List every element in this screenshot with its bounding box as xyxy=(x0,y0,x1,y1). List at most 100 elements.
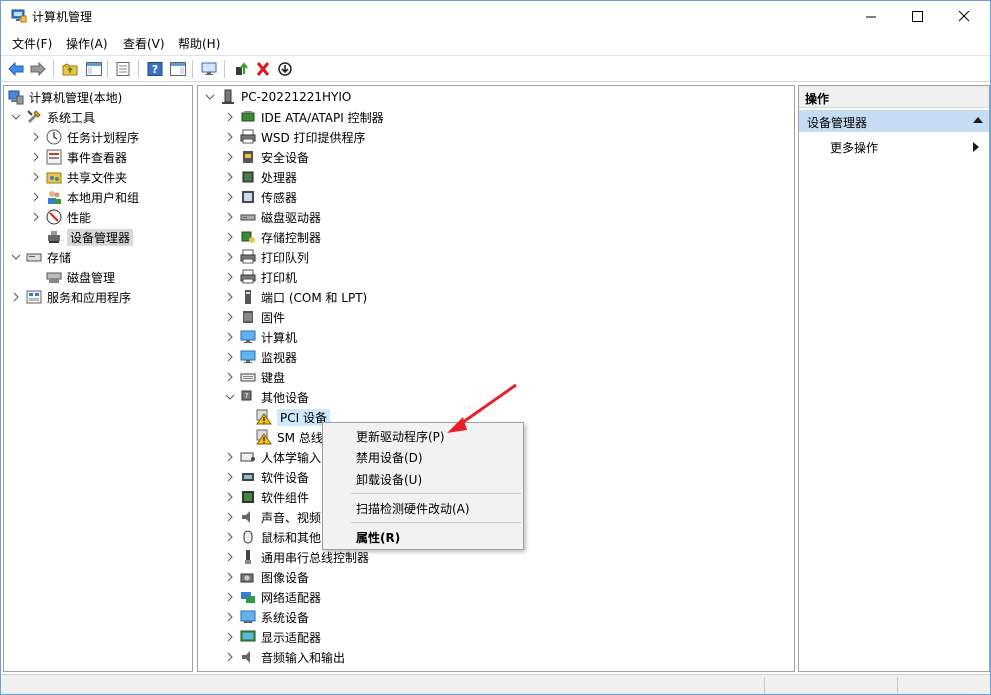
tree-disk-management[interactable]: 磁盘管理 xyxy=(46,267,115,287)
chevron-right-icon[interactable] xyxy=(30,171,42,183)
device-category-row[interactable]: IDE ATA/ATAPI 控制器 xyxy=(224,107,384,127)
chevron-right-icon[interactable] xyxy=(224,171,236,183)
device-category-row[interactable]: 音频输入和输出 xyxy=(224,647,345,667)
device-category-row[interactable]: 打印队列 xyxy=(224,247,309,267)
device-category-row[interactable]: 系统设备 xyxy=(224,607,309,627)
chevron-right-icon[interactable] xyxy=(224,251,236,263)
export-list-button[interactable] xyxy=(114,60,132,78)
tree-device-manager[interactable]: 设备管理器 xyxy=(46,227,134,247)
chevron-right-icon[interactable] xyxy=(224,311,236,323)
device-category-row[interactable]: 图像设备 xyxy=(224,567,309,587)
forward-button[interactable] xyxy=(29,60,47,78)
ctx-disable-device[interactable]: 禁用设备(D) xyxy=(356,449,423,466)
ctx-properties[interactable]: 属性(R) xyxy=(356,529,400,546)
chevron-right-icon[interactable] xyxy=(224,491,236,503)
minimize-button[interactable] xyxy=(848,1,894,31)
ctx-update-driver[interactable]: 更新驱动程序(P) xyxy=(356,428,445,445)
chevron-right-icon[interactable] xyxy=(224,291,236,303)
tree-shared-folders[interactable]: 共享文件夹 xyxy=(30,167,127,187)
chevron-down-icon[interactable] xyxy=(10,251,22,263)
device-category-row[interactable]: WSD 打印提供程序 xyxy=(224,127,366,147)
tree-system-tools[interactable]: 系统工具 xyxy=(10,107,95,127)
actions-device-manager-section[interactable]: 设备管理器 xyxy=(799,110,989,132)
chevron-right-icon[interactable] xyxy=(224,471,236,483)
chevron-right-icon[interactable] xyxy=(224,211,236,223)
collapse-up-icon[interactable] xyxy=(973,117,983,124)
chevron-right-icon[interactable] xyxy=(224,531,236,543)
chevron-right-icon[interactable] xyxy=(30,131,42,143)
device-smbus[interactable]: SM 总线 xyxy=(256,427,323,447)
chevron-right-icon[interactable] xyxy=(224,131,236,143)
device-category-row[interactable]: 键盘 xyxy=(224,367,285,387)
chevron-right-icon[interactable] xyxy=(224,451,236,463)
tree-services[interactable]: 服务和应用程序 xyxy=(10,287,131,307)
chevron-right-icon[interactable] xyxy=(224,151,236,163)
chevron-right-icon[interactable] xyxy=(224,551,236,563)
device-category-row[interactable]: 人体学输入 xyxy=(224,447,321,467)
tree-task-scheduler[interactable]: 任务计划程序 xyxy=(30,127,139,147)
maximize-button[interactable] xyxy=(894,1,940,31)
device-category-row[interactable]: 鼠标和其他 xyxy=(224,527,321,547)
chevron-right-icon[interactable] xyxy=(224,111,236,123)
chevron-right-icon[interactable] xyxy=(10,291,22,303)
chevron-right-icon[interactable] xyxy=(224,271,236,283)
device-category-row[interactable]: 软件组件 xyxy=(224,487,309,507)
device-category-row[interactable]: 监视器 xyxy=(224,347,297,367)
menu-action[interactable]: 操作(A) xyxy=(66,35,108,52)
tree-local-users[interactable]: 本地用户和组 xyxy=(30,187,139,207)
device-category-row[interactable]: 显示适配器 xyxy=(224,627,321,647)
disable-device-button[interactable] xyxy=(276,60,294,78)
chevron-right-icon[interactable] xyxy=(224,571,236,583)
chevron-right-icon[interactable] xyxy=(224,331,236,343)
chevron-right-icon[interactable] xyxy=(224,511,236,523)
chevron-right-icon[interactable] xyxy=(224,611,236,623)
tree-event-viewer[interactable]: 事件查看器 xyxy=(30,147,127,167)
help-button[interactable]: ? xyxy=(146,60,164,78)
device-category-row[interactable]: 处理器 xyxy=(224,167,297,187)
tree-performance[interactable]: 性能 xyxy=(30,207,91,227)
chevron-right-icon[interactable] xyxy=(224,631,236,643)
update-driver-button[interactable] xyxy=(232,60,250,78)
device-category-row[interactable]: 端口 (COM 和 LPT) xyxy=(224,287,367,307)
chevron-right-icon[interactable] xyxy=(224,371,236,383)
uninstall-device-button[interactable] xyxy=(254,60,272,78)
chevron-right-icon[interactable] xyxy=(30,191,42,203)
device-category-row[interactable]: 固件 xyxy=(224,307,285,327)
device-category-row[interactable]: 安全设备 xyxy=(224,147,309,167)
up-level-button[interactable] xyxy=(61,60,79,78)
menu-help[interactable]: 帮助(H) xyxy=(178,35,220,52)
device-pci[interactable]: PCI 设备 xyxy=(256,407,330,427)
chevron-right-icon[interactable] xyxy=(224,651,236,663)
chevron-down-icon[interactable] xyxy=(10,111,22,123)
tree-storage[interactable]: 存储 xyxy=(10,247,71,267)
menu-file[interactable]: 文件(F) xyxy=(12,35,52,52)
device-category-row[interactable]: 软件设备 xyxy=(224,467,309,487)
submenu-arrow-icon[interactable] xyxy=(973,142,979,152)
chevron-down-icon[interactable] xyxy=(204,91,216,103)
action-pane-button[interactable] xyxy=(169,60,187,78)
chevron-right-icon[interactable] xyxy=(224,231,236,243)
device-category-row[interactable]: 打印机 xyxy=(224,267,297,287)
chevron-right-icon[interactable] xyxy=(30,151,42,163)
chevron-right-icon[interactable] xyxy=(224,191,236,203)
chevron-right-icon[interactable] xyxy=(30,211,42,223)
device-category-row[interactable]: 存储控制器 xyxy=(224,227,321,247)
ctx-scan-hardware[interactable]: 扫描检测硬件改动(A) xyxy=(356,500,470,517)
device-category-row[interactable]: 计算机 xyxy=(224,327,297,347)
chevron-down-icon[interactable] xyxy=(224,391,236,403)
close-button[interactable] xyxy=(941,1,987,31)
ctx-uninstall-device[interactable]: 卸载设备(U) xyxy=(356,471,422,488)
more-actions-item[interactable]: 更多操作 xyxy=(830,139,878,156)
back-button[interactable] xyxy=(7,60,25,78)
device-category-row[interactable]: 通用串行总线控制器 xyxy=(224,547,369,567)
scan-hardware-button[interactable] xyxy=(200,60,218,78)
device-category-row[interactable]: 网络适配器 xyxy=(224,587,321,607)
device-category-row[interactable]: 磁盘驱动器 xyxy=(224,207,321,227)
device-category-row[interactable]: 传感器 xyxy=(224,187,297,207)
menu-view[interactable]: 查看(V) xyxy=(123,35,165,52)
device-category-row[interactable]: 声音、视频 xyxy=(224,507,321,527)
chevron-right-icon[interactable] xyxy=(224,351,236,363)
show-hide-tree-button[interactable] xyxy=(85,60,103,78)
chevron-right-icon[interactable] xyxy=(224,591,236,603)
device-tree-root[interactable]: PC-20221221HYIO xyxy=(204,87,351,107)
